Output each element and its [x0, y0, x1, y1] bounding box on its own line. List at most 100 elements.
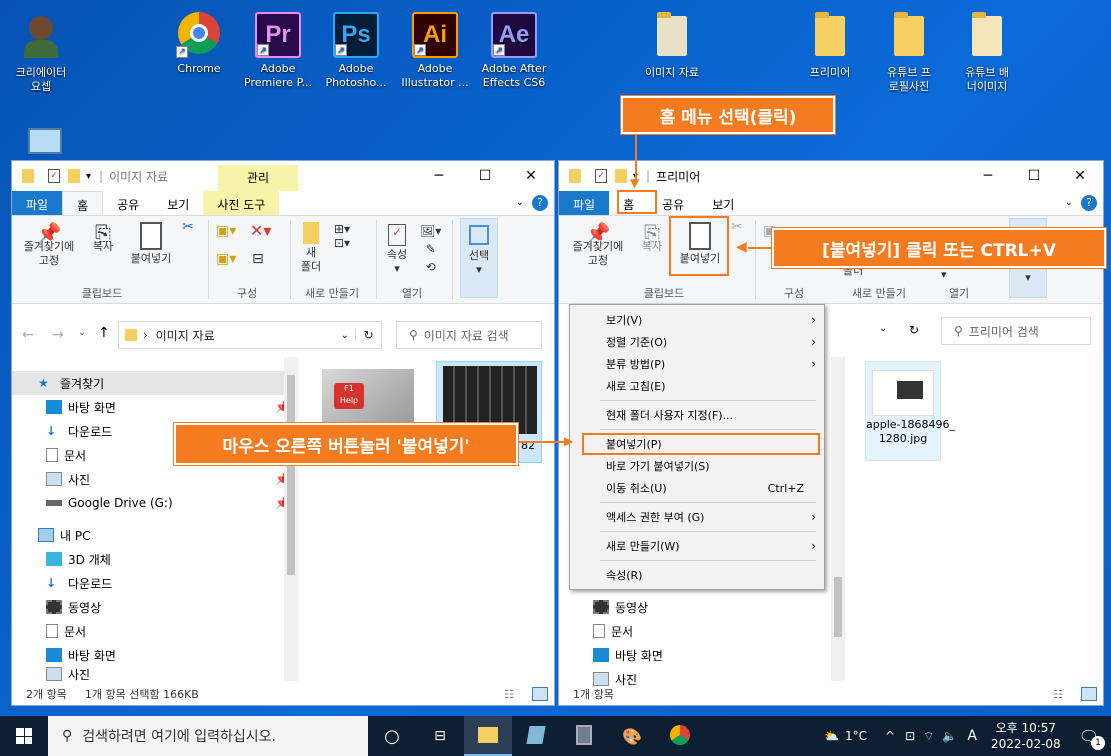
notification-button[interactable]: 🗨 1	[1079, 727, 1105, 750]
context-menu-item[interactable]: 속성(R)	[570, 564, 824, 586]
new-folder-icon[interactable]	[68, 169, 80, 183]
context-menu-item[interactable]: 새로 만들기(W) ›	[570, 535, 824, 557]
maximize-button[interactable]: ☐	[462, 168, 508, 184]
search-input[interactable]: ⚲ 프리미어 검색	[941, 317, 1091, 345]
desktop-icon-image-folder[interactable]: 이미지 자료	[632, 12, 712, 80]
nav-item[interactable]: ★ 즐겨찾기	[12, 371, 298, 395]
nav-scrollbar[interactable]	[831, 357, 845, 681]
taskbar-explorer[interactable]	[464, 716, 512, 756]
details-view-icon[interactable]: ☷	[1053, 688, 1063, 701]
search-input[interactable]: ⚲ 이미지 자료 검색	[396, 321, 542, 349]
rename-button[interactable]: ⊟	[252, 252, 264, 266]
tab-home[interactable]: 홈	[62, 191, 104, 215]
context-menu-item[interactable]: 보기(V) ›	[570, 309, 824, 331]
pc-icon[interactable]	[28, 128, 62, 154]
taskbar-calculator[interactable]	[560, 724, 608, 748]
desktop-icon-youtube-profile[interactable]: 유튜브 프로필사진	[869, 12, 949, 94]
nav-scrollbar[interactable]	[284, 357, 298, 681]
tab-file[interactable]: 파일	[559, 191, 610, 215]
context-menu-item[interactable]: 바로 가기 붙여넣기(S)	[570, 455, 824, 477]
back-button[interactable]: ←	[22, 327, 34, 343]
delete-button[interactable]: ✕▾	[250, 223, 271, 239]
close-button[interactable]: ✕	[508, 168, 554, 184]
new-folder-button[interactable]: 새 폴더	[296, 222, 326, 274]
start-button[interactable]	[0, 716, 48, 756]
up-button[interactable]: ↑	[98, 325, 110, 341]
taskbar-search[interactable]: ⚲ 검색하려면 여기에 입력하십시오.	[48, 716, 368, 756]
refresh-icon[interactable]: ↻	[355, 328, 381, 342]
nav-item[interactable]: Google Drive (G:) 📌	[12, 491, 298, 515]
recent-dropdown[interactable]: ⌄	[78, 327, 86, 338]
chevron-down-icon[interactable]: ⌄	[879, 323, 887, 334]
cut-icon[interactable]: ✂	[731, 220, 743, 234]
details-view-icon[interactable]: ☷	[504, 688, 514, 701]
tab-share[interactable]: 공유	[103, 191, 153, 215]
open-icons[interactable]: 🖼▾ ✎ ⟲	[420, 222, 441, 276]
weather-icon[interactable]: ⛅	[824, 729, 839, 743]
nav-item[interactable]: 동영상	[559, 595, 829, 619]
select-button[interactable]: 선택 ▾	[460, 218, 498, 298]
tab-file[interactable]: 파일	[12, 191, 63, 215]
taskbar-app[interactable]	[512, 725, 560, 747]
pin-button[interactable]: 📌 즐겨찾기에 고정	[16, 223, 82, 268]
close-button[interactable]: ✕	[1057, 168, 1103, 184]
network-icon[interactable]: ⊡	[905, 729, 915, 743]
minimize-button[interactable]: ─	[965, 168, 1011, 184]
new-item-button[interactable]: ⊞▾ ⊡▾	[334, 222, 350, 250]
nav-item[interactable]: 동영상	[12, 595, 298, 619]
large-icons-view-icon[interactable]	[1081, 687, 1097, 701]
nav-item[interactable]: 3D 개체	[12, 547, 298, 571]
new-folder-icon[interactable]	[615, 169, 627, 183]
desktop-icon-after-effects[interactable]: Ae ↗ Adobe After Effects CS6	[474, 12, 554, 90]
taskbar-chrome[interactable]	[656, 724, 704, 748]
copy-button[interactable]: ⎘ 복사	[88, 223, 118, 254]
properties-icon[interactable]: ✓	[48, 169, 60, 183]
chevron-down-icon[interactable]: ⌄	[341, 330, 349, 341]
tray-chevron-icon[interactable]: ^	[885, 729, 895, 743]
cortana-icon[interactable]: ○	[368, 726, 416, 747]
copy-to-button[interactable]: ▣▾	[216, 252, 236, 266]
desktop-icon-youtube-banner[interactable]: 유튜브 배너이미지	[947, 12, 1027, 94]
help-icon[interactable]: ?	[532, 195, 548, 211]
copy-button[interactable]: ⎘ 복사	[637, 223, 667, 254]
nav-item[interactable]: 바탕 화면	[12, 643, 298, 667]
move-to-button[interactable]: ▣▾	[216, 224, 236, 238]
address-bar[interactable]: › 이미지 자료 ⌄ ↻	[118, 321, 382, 349]
desktop-icon-premiere-folder[interactable]: 프리미어	[790, 12, 870, 80]
nav-item[interactable]: 바탕 화면	[559, 643, 829, 667]
tab-picture-tools[interactable]: 사진 도구	[203, 191, 280, 215]
input-language[interactable]: A	[967, 728, 977, 744]
properties-button[interactable]: ✓ 속성 ▾	[380, 224, 414, 276]
properties-dropdown[interactable]: ▾	[941, 268, 947, 282]
file-item[interactable]: apple-1868496_ 1280.jpg	[865, 361, 955, 461]
taskbar-paint[interactable]: 🎨	[608, 727, 656, 746]
wifi-icon[interactable]: ⌔	[923, 729, 934, 744]
refresh-icon[interactable]: ↻	[909, 323, 919, 337]
nav-item[interactable]: ↓ 다운로드	[12, 571, 298, 595]
context-menu-item[interactable]: 정렬 기준(O) ›	[570, 331, 824, 353]
context-menu-item[interactable]: 액세스 권한 부여 (G) ›	[570, 506, 824, 528]
tab-view[interactable]: 보기	[698, 191, 748, 215]
nav-item[interactable]: 사진	[12, 667, 298, 681]
clock[interactable]: 오후 10:57 2022-02-08	[991, 720, 1061, 752]
context-menu-item-paste[interactable]: 붙여넣기(P)	[582, 433, 820, 455]
minimize-button[interactable]: ─	[416, 168, 462, 184]
desktop-icon-chrome[interactable]: ↗ Chrome	[159, 12, 239, 76]
context-menu-item[interactable]: 현재 폴더 사용자 지정(F)...	[570, 404, 824, 426]
nav-item[interactable]: 문서	[12, 619, 298, 643]
qat-dropdown-icon[interactable]: ▾	[86, 171, 91, 182]
paste-button[interactable]: 붙여넣기	[124, 222, 178, 266]
volume-icon[interactable]: 🔈	[942, 729, 957, 743]
large-icons-view-icon[interactable]	[532, 687, 548, 701]
context-menu-item[interactable]: 분류 방법(P) ›	[570, 353, 824, 375]
desktop-icon-photoshop[interactable]: Ps ↗ Adobe Photosho...	[316, 12, 396, 90]
collapse-ribbon-icon[interactable]: ⌄	[516, 197, 524, 208]
properties-icon[interactable]: ✓	[595, 169, 607, 183]
tab-view[interactable]: 보기	[153, 191, 203, 215]
collapse-ribbon-icon[interactable]: ⌄	[1065, 197, 1073, 208]
nav-item[interactable]: 내 PC	[12, 523, 298, 547]
nav-item[interactable]: 사진 📌	[12, 467, 298, 491]
nav-item[interactable]: 문서	[559, 619, 829, 643]
desktop-icon-illustrator[interactable]: Ai ↗ Adobe Illustrator ...	[395, 12, 475, 90]
desktop-icon-premiere[interactable]: Pr ↗ Adobe Premiere P...	[238, 12, 318, 90]
